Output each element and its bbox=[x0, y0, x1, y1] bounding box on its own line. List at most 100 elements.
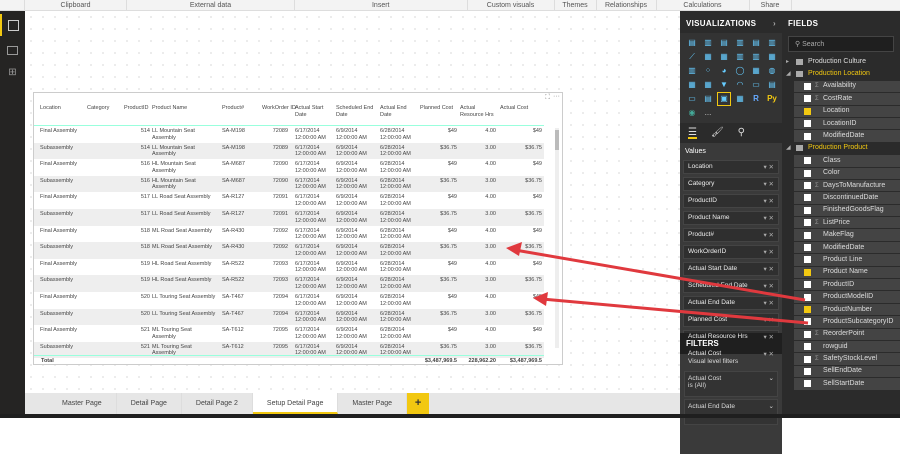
field-checkbox[interactable] bbox=[804, 182, 811, 190]
report-view-button[interactable] bbox=[0, 14, 25, 36]
value-well-8[interactable]: Actual End Date ▾ ✕ bbox=[683, 296, 779, 310]
field-item[interactable]: Class bbox=[794, 155, 900, 168]
field-checkbox[interactable] bbox=[804, 219, 811, 227]
field-item[interactable]: ProductID bbox=[794, 279, 900, 292]
field-checkbox[interactable] bbox=[804, 380, 811, 388]
remove-x-icon[interactable]: ▾ ✕ bbox=[763, 248, 774, 256]
remove-x-icon[interactable]: ▾ ✕ bbox=[763, 163, 774, 171]
page-tab[interactable]: Master Page bbox=[48, 393, 117, 414]
page-tab[interactable]: Setup Detail Page bbox=[252, 393, 339, 414]
chevron-down-icon[interactable]: ⌄ bbox=[769, 374, 774, 382]
field-item[interactable]: Σ CostRate bbox=[794, 93, 900, 106]
field-item[interactable]: Σ ReorderPoint bbox=[794, 328, 900, 341]
field-item[interactable]: Product Name bbox=[794, 266, 900, 280]
visual-type-icon[interactable]: ▤ bbox=[750, 37, 762, 49]
visual-type-icon[interactable]: ▦ bbox=[766, 51, 778, 63]
visual-type-icon[interactable]: ▥ bbox=[734, 51, 746, 63]
add-page-button[interactable]: + bbox=[407, 393, 430, 414]
visual-type-icon[interactable]: ▥ bbox=[750, 51, 762, 63]
table-row[interactable]: Final Assembly 519 HL Road Seat Assembly SA… bbox=[34, 259, 544, 276]
visual-type-icon[interactable]: ▣ bbox=[717, 92, 731, 106]
remove-x-icon[interactable]: ▾ ✕ bbox=[763, 231, 774, 239]
python-visual-icon[interactable]: Py bbox=[766, 93, 778, 105]
collapse-chevron-icon[interactable]: › bbox=[773, 19, 776, 28]
table-row[interactable]: Final Assembly 514 LL Mountain Seat Assemb… bbox=[34, 126, 544, 143]
remove-x-icon[interactable]: ▾ ✕ bbox=[763, 350, 774, 358]
field-item[interactable]: Product Line bbox=[794, 254, 900, 267]
visual-type-icon[interactable]: ▦ bbox=[718, 51, 730, 63]
visual-type-icon[interactable]: ⟋ bbox=[686, 51, 698, 63]
more-visuals-icon[interactable]: ... bbox=[702, 107, 714, 119]
more-options-icon[interactable]: ··· bbox=[553, 93, 560, 100]
field-item[interactable]: rowguid bbox=[794, 340, 900, 354]
value-well-3[interactable]: Product Name ▾ ✕ bbox=[683, 211, 779, 225]
column-header[interactable]: Actual End Date bbox=[380, 105, 418, 118]
remove-x-icon[interactable]: ▾ ✕ bbox=[763, 197, 774, 205]
field-checkbox[interactable] bbox=[804, 268, 811, 276]
expand-chevron-icon[interactable]: ◢ bbox=[786, 142, 796, 154]
visual-type-icon[interactable]: ▦ bbox=[702, 51, 714, 63]
visual-type-icon[interactable]: ▦ bbox=[734, 93, 746, 105]
field-checkbox[interactable] bbox=[804, 95, 811, 103]
remove-x-icon[interactable]: ▾ ✕ bbox=[763, 180, 774, 188]
field-item[interactable]: Color bbox=[794, 167, 900, 180]
field-checkbox[interactable] bbox=[804, 367, 811, 375]
expand-chevron-icon[interactable]: ◢ bbox=[786, 68, 796, 80]
page-tab[interactable]: Detail Page bbox=[117, 393, 182, 414]
remove-x-icon[interactable]: ▾ ✕ bbox=[763, 316, 774, 324]
r-visual-icon[interactable]: R bbox=[750, 93, 762, 105]
field-checkbox[interactable] bbox=[804, 206, 811, 214]
table-row[interactable]: Final Assembly 518 ML Road Seat Assembly SA… bbox=[34, 226, 544, 243]
focus-mode-icon[interactable]: ⛶ bbox=[545, 94, 550, 102]
table-row[interactable]: Subassembly 514 LL Mountain Seat Assembly S… bbox=[34, 142, 544, 160]
visual-type-icon[interactable]: ▦ bbox=[750, 65, 762, 77]
field-item[interactable]: ModifiedDate bbox=[794, 241, 900, 255]
field-checkbox[interactable] bbox=[804, 355, 811, 363]
chevron-down-icon[interactable]: ⌄ bbox=[769, 402, 774, 410]
visual-type-icon[interactable]: ◯ bbox=[734, 65, 746, 77]
page-tab[interactable]: Master Page bbox=[338, 393, 408, 414]
column-header[interactable]: Actual Resource Hrs bbox=[460, 105, 498, 118]
value-well-5[interactable]: WorkOrderID ▾ ✕ bbox=[683, 245, 779, 259]
visual-type-icon[interactable]: ⁘ bbox=[702, 65, 714, 77]
field-checkbox[interactable] bbox=[804, 157, 811, 165]
remove-x-icon[interactable]: ▾ ✕ bbox=[763, 282, 774, 290]
table-row[interactable]: Subassembly 516 HL Mountain Seat Assembly S… bbox=[34, 175, 544, 193]
value-well-6[interactable]: Actual Start Date ▾ ✕ bbox=[683, 262, 779, 276]
format-paint-roller-icon[interactable]: 🖌︎ bbox=[711, 127, 724, 139]
table-row[interactable]: Final Assembly 521 ML Touring Seat Assembl… bbox=[34, 325, 544, 342]
visual-type-icon[interactable]: ◠ bbox=[734, 79, 746, 91]
field-item[interactable]: ModifiedDate bbox=[794, 130, 900, 143]
table-row[interactable]: Final Assembly 517 LL Road Seat Assembly SA… bbox=[34, 192, 544, 209]
table-row[interactable]: Subassembly 517 LL Road Seat Assembly SA-R1… bbox=[34, 209, 544, 226]
remove-x-icon[interactable]: ▾ ✕ bbox=[763, 333, 774, 341]
field-checkbox[interactable] bbox=[804, 120, 811, 128]
field-checkbox[interactable] bbox=[804, 107, 811, 115]
table-visual[interactable]: ⛶ ··· Location Category ProductID Product N… bbox=[33, 92, 563, 365]
column-header[interactable]: Actual Start Date bbox=[295, 105, 333, 118]
visual-type-icon[interactable]: ▤ bbox=[766, 79, 778, 91]
field-item[interactable]: Σ DaysToManufacture bbox=[794, 179, 900, 193]
table-row[interactable]: Subassembly 518 ML Road Seat Assembly SA-R4… bbox=[34, 242, 544, 259]
expand-chevron-icon[interactable]: ▸ bbox=[786, 56, 796, 68]
field-checkbox[interactable] bbox=[804, 169, 811, 177]
table-row[interactable]: Final Assembly 516 HL Mountain Seat Assemb… bbox=[34, 159, 544, 176]
visual-type-icon[interactable]: ▤ bbox=[686, 37, 698, 49]
field-item[interactable]: Σ SafetyStockLevel bbox=[794, 353, 900, 366]
data-view-button[interactable] bbox=[0, 39, 25, 61]
field-item[interactable]: ProductModelID bbox=[794, 291, 900, 304]
field-item[interactable]: Σ Availability bbox=[794, 80, 900, 94]
filter-card[interactable]: Actual Cost ⌄ is (All) bbox=[684, 371, 778, 397]
field-checkbox[interactable] bbox=[804, 318, 811, 326]
visual-type-icon[interactable]: ▭ bbox=[750, 79, 762, 91]
visual-type-icon[interactable]: ▥ bbox=[702, 37, 714, 49]
field-checkbox[interactable] bbox=[804, 244, 811, 252]
field-item[interactable]: SellEndDate bbox=[794, 365, 900, 379]
value-well-4[interactable]: Product# ▾ ✕ bbox=[683, 228, 779, 242]
column-header[interactable]: Product Name bbox=[152, 105, 212, 112]
field-item[interactable]: LocationID bbox=[794, 117, 900, 131]
visual-type-icon[interactable]: ▭ bbox=[686, 93, 698, 105]
field-item[interactable]: FinishedGoodsFlag bbox=[794, 204, 900, 218]
remove-x-icon[interactable]: ▾ ✕ bbox=[763, 265, 774, 273]
visual-type-icon[interactable]: ▦ bbox=[686, 79, 698, 91]
